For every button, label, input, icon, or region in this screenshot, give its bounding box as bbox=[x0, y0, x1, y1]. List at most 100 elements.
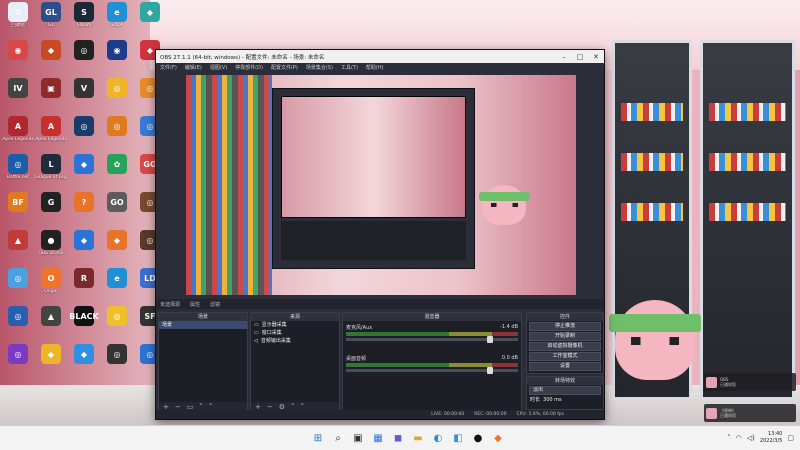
search-icon[interactable]: ⌕ bbox=[330, 430, 346, 446]
desktop-icon[interactable]: R bbox=[68, 268, 100, 304]
volume-icon[interactable]: ◁) bbox=[747, 434, 755, 442]
volume-slider[interactable] bbox=[346, 336, 518, 343]
desktop-icon[interactable]: BF bbox=[2, 192, 34, 228]
obs-source-toolbar: 未选择源 属性 滤镜 bbox=[156, 299, 604, 309]
app-icon: ◆ bbox=[74, 154, 94, 174]
desktop-icon[interactable]: S Steam bbox=[68, 2, 100, 38]
obs-statusbar: LIVE: 00:00:00 REC: 00:00:00 CPU: 5.9%, … bbox=[156, 410, 604, 419]
menu-profile[interactable]: 配置文件(P) bbox=[271, 64, 298, 71]
wifi-icon[interactable]: ◠ bbox=[736, 434, 742, 442]
desktop-icon-label: Origin bbox=[44, 289, 58, 294]
app-icon: ◎ bbox=[107, 78, 127, 98]
desktop-icon[interactable]: ◆ bbox=[35, 40, 67, 76]
start-recording-button[interactable]: 开始录制 bbox=[529, 332, 601, 341]
desktop-icon[interactable]: IV bbox=[2, 78, 34, 114]
desktop-icon[interactable]: V bbox=[68, 78, 100, 114]
desktop-icon[interactable]: ◎ bbox=[68, 116, 100, 152]
desktop-icon[interactable]: ▣ bbox=[35, 78, 67, 114]
desktop-icon-label: GL bbox=[48, 23, 54, 28]
obs-icon[interactable]: ● bbox=[470, 430, 486, 446]
stop-streaming-button[interactable]: 停止推流 bbox=[529, 322, 601, 331]
app-icon: ◉ bbox=[8, 40, 28, 60]
desktop-icon[interactable]: BLACK bbox=[68, 306, 100, 342]
app-icon: V bbox=[74, 78, 94, 98]
desktop-icon[interactable]: ◎ bbox=[101, 344, 133, 380]
desktop-icon[interactable]: ◎ bbox=[101, 306, 133, 342]
settings-button[interactable]: 设置 bbox=[529, 362, 601, 371]
obs-titlebar[interactable]: OBS 27.1.1 (64-bit, windows) - 配置文件: 未命名… bbox=[156, 50, 604, 63]
start-icon[interactable]: ⊞ bbox=[310, 430, 326, 446]
desktop-icon[interactable]: A Apex Legends bbox=[2, 116, 34, 152]
desktop-icon[interactable]: ◎ bbox=[2, 268, 34, 304]
chevron-up-icon[interactable]: ˄ bbox=[727, 434, 731, 442]
desktop-icon[interactable]: e Edge bbox=[101, 2, 133, 38]
app-icon: ◆ bbox=[74, 230, 94, 250]
close-icon[interactable]: ✕ bbox=[588, 53, 604, 61]
virtual-camera-button[interactable]: 启动虚拟摄像机 bbox=[529, 342, 601, 351]
menu-help[interactable]: 帮助(H) bbox=[366, 64, 384, 71]
desktop-icon[interactable]: ◆ bbox=[101, 230, 133, 266]
menu-edit[interactable]: 编辑(E) bbox=[185, 64, 202, 71]
desktop-icon[interactable]: ◉ bbox=[2, 40, 34, 76]
file-explorer-icon[interactable]: ▬ bbox=[410, 430, 426, 446]
desktop-icon[interactable]: ▲ bbox=[2, 230, 34, 266]
desktop-icon[interactable]: ◆ bbox=[68, 154, 100, 190]
desktop-icon[interactable]: ◎ bbox=[101, 78, 133, 114]
desktop-icon[interactable]: O Origin bbox=[35, 268, 67, 304]
desktop-icon[interactable]: LLeague of Legends bbox=[35, 154, 67, 190]
desktop-icon[interactable]: ◎ bbox=[2, 306, 34, 342]
store-icon[interactable]: ◧ bbox=[450, 430, 466, 446]
desktop-icon[interactable]: ◎ bbox=[68, 40, 100, 76]
desktop-icon[interactable]: ✿ bbox=[101, 154, 133, 190]
menu-view[interactable]: 视图(V) bbox=[210, 64, 227, 71]
duration-input[interactable]: 300 ms bbox=[543, 396, 562, 404]
widgets-icon[interactable]: ▦ bbox=[370, 430, 386, 446]
source-item[interactable]: ▭ 显示器采集 bbox=[251, 321, 339, 329]
filters-button[interactable]: 滤镜 bbox=[210, 301, 220, 308]
app-icon: ? bbox=[74, 192, 94, 212]
desktop-icon[interactable]: GO bbox=[101, 192, 133, 228]
desktop-icon[interactable]: GL GL bbox=[35, 2, 67, 38]
minimize-icon[interactable]: – bbox=[556, 53, 572, 61]
app-icon[interactable]: ◆ bbox=[490, 430, 506, 446]
mixer-channel: 麦克风/Aux -1.4 dB bbox=[346, 324, 518, 343]
desktop-icon[interactable]: A Apex Legends bbox=[35, 116, 67, 152]
menu-file[interactable]: 文件(F) bbox=[160, 64, 177, 71]
desktop-icon[interactable]: ● OBS Studio bbox=[35, 230, 67, 266]
volume-slider[interactable] bbox=[346, 367, 518, 374]
desktop-icon[interactable]: ◎ Battle.net bbox=[2, 154, 34, 190]
maximize-icon[interactable]: □ bbox=[572, 53, 588, 61]
obs-window[interactable]: OBS 27.1.1 (64-bit, windows) - 配置文件: 未命名… bbox=[155, 49, 605, 420]
desktop-icon[interactable]: e bbox=[101, 268, 133, 304]
chat-icon[interactable]: ◼ bbox=[390, 430, 406, 446]
notification[interactable]: 《原神》 已通知您 bbox=[704, 404, 796, 422]
desktop-icon[interactable]: ◎ bbox=[2, 344, 34, 380]
edge-icon[interactable]: ◐ bbox=[430, 430, 446, 446]
desktop-icon[interactable]: ◉ bbox=[101, 40, 133, 76]
desktop-icon[interactable]: ◆ bbox=[35, 344, 67, 380]
source-item[interactable]: ◁ 音频输出采集 bbox=[251, 337, 339, 345]
menu-scene-collection[interactable]: 场景集合(S) bbox=[306, 64, 333, 71]
menu-tools[interactable]: 工具(T) bbox=[341, 64, 358, 71]
notification[interactable]: OBS 已通知您 bbox=[704, 373, 796, 391]
properties-button[interactable]: 属性 bbox=[190, 301, 200, 308]
clock[interactable]: 13:40 2022/3/5 bbox=[760, 431, 782, 445]
notification-icon[interactable]: ▢ bbox=[787, 434, 794, 442]
source-item[interactable]: ▭ 窗口采集 bbox=[251, 329, 339, 337]
desktop-icon[interactable]: ◆ bbox=[68, 230, 100, 266]
desktop-icon[interactable]: ♻ 回收站 bbox=[2, 2, 34, 38]
transition-select[interactable]: 淡出 bbox=[529, 386, 601, 395]
studio-mode-button[interactable]: 工作室模式 bbox=[529, 352, 601, 361]
desktop-icon[interactable]: ◎ bbox=[101, 116, 133, 152]
obs-preview[interactable] bbox=[186, 75, 576, 295]
desktop-icon[interactable]: G bbox=[35, 192, 67, 228]
menu-docks[interactable]: 停靠部件(D) bbox=[235, 64, 263, 71]
desktop-icon[interactable]: ? bbox=[68, 192, 100, 228]
desktop-icon[interactable]: ◆ bbox=[134, 2, 166, 38]
desktop-icon[interactable]: ▲ bbox=[35, 306, 67, 342]
desktop-icon[interactable]: ◆ bbox=[68, 344, 100, 380]
task-view-icon[interactable]: ▣ bbox=[350, 430, 366, 446]
scene-item[interactable]: 场景 bbox=[159, 321, 247, 329]
app-icon: ♻ bbox=[8, 2, 28, 22]
obs-title: OBS 27.1.1 (64-bit, windows) - 配置文件: 未命名… bbox=[160, 54, 325, 61]
